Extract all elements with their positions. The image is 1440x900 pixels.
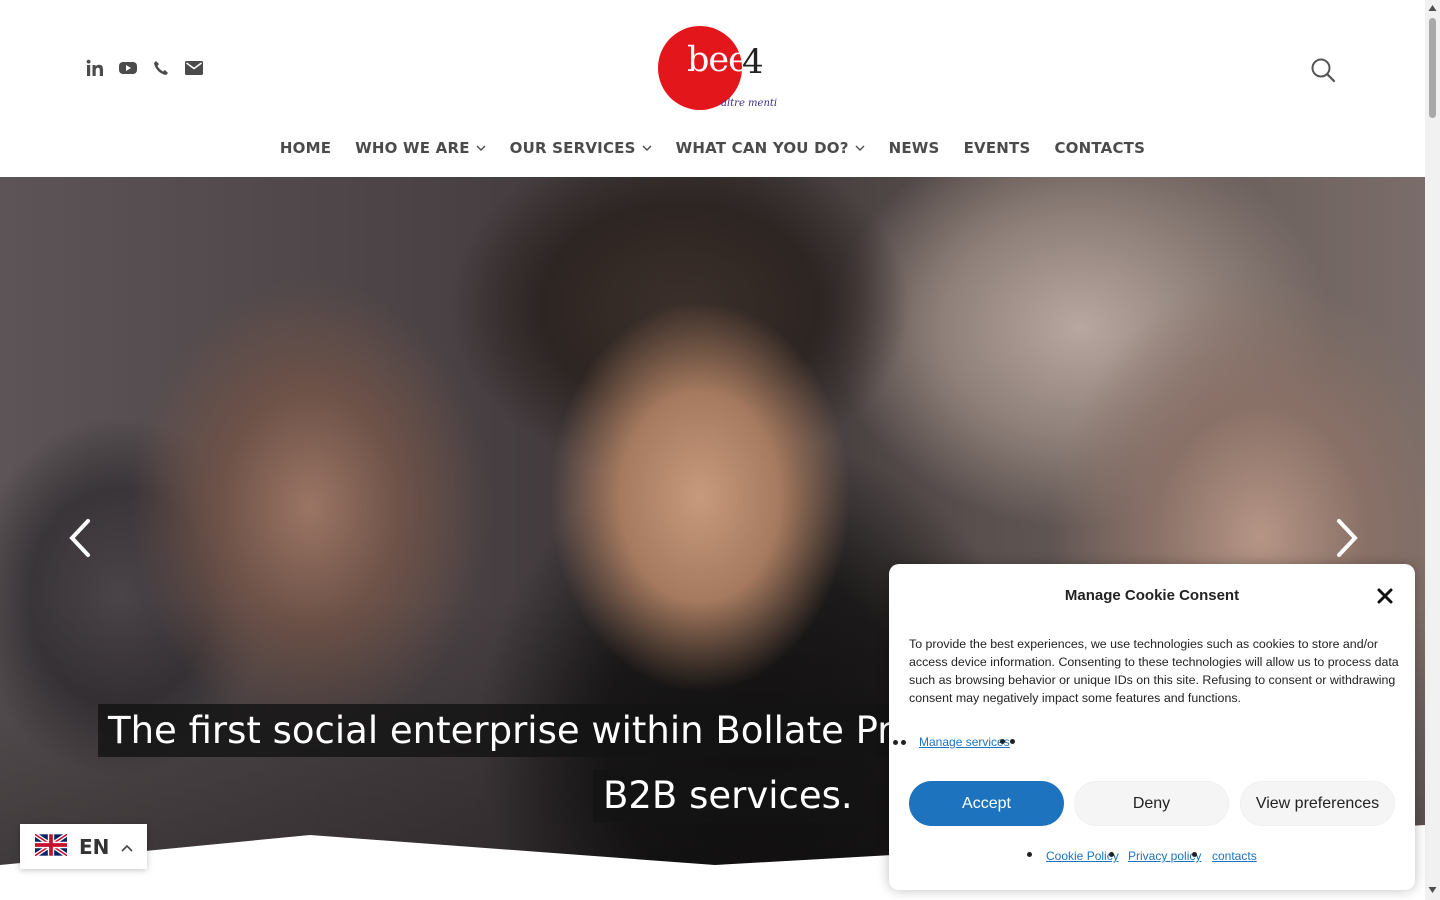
scroll-down-arrow-icon[interactable] [1428,886,1437,894]
bullet-dot [1192,852,1197,857]
cookie-dialog-title: Manage Cookie Consent [1064,587,1240,604]
slider-next-arrow-icon[interactable] [1327,513,1367,563]
scroll-up-arrow-icon[interactable] [1428,4,1437,12]
view-preferences-button[interactable]: View preferences [1240,781,1395,826]
youtube-icon[interactable] [118,58,138,78]
nav-item-news[interactable]: NEWS [889,134,940,162]
uk-flag-icon [33,832,69,860]
bullet-dot [901,740,906,745]
deny-button[interactable]: Deny [1074,781,1229,826]
logo-number-text: 4 [742,42,764,82]
scrollbar-thumb[interactable] [1429,18,1436,118]
nav-item-label: EVENTS [963,139,1031,157]
manage-services-link[interactable]: Manage services [919,735,1010,749]
close-icon[interactable] [1375,586,1395,606]
bullet-dot [893,740,898,745]
chevron-down-icon [855,143,865,153]
nav-item-who-we-are[interactable]: WHO WE ARE [355,134,486,162]
page-scrollbar[interactable] [1425,0,1440,900]
language-switcher[interactable]: EN [20,824,147,869]
nav-item-events[interactable]: EVENTS [964,134,1031,162]
bullet-dot [1109,852,1114,857]
hero-caption-line-2: B2B services. [593,769,863,822]
cookie-dialog-message: To provide the best experiences, we use … [909,637,1399,705]
nav-item-contacts[interactable]: CONTACTS [1054,134,1145,162]
bullet-dot [1010,739,1015,744]
social-links [85,58,204,78]
site-logo[interactable]: bee 4 altre menti [658,26,778,116]
cookie-consent-dialog: Manage Cookie Consent To provide the bes… [889,564,1415,890]
accept-button[interactable]: Accept [909,781,1064,826]
nav-item-label: CONTACTS [1054,139,1146,157]
main-navigation: HOME WHO WE ARE OUR SERVICES WHAT CAN YO… [0,134,1425,162]
chevron-down-icon [642,143,652,153]
email-icon[interactable] [184,58,204,78]
nav-item-what-can-you-do[interactable]: WHAT CAN YOU DO? [676,134,865,162]
linkedin-icon[interactable] [85,58,105,78]
nav-item-our-services[interactable]: OUR SERVICES [510,134,652,162]
logo-brand-text: bee [687,40,749,80]
nav-item-label: WHAT CAN YOU DO? [675,139,849,157]
nav-item-label: OUR SERVICES [509,139,636,157]
cookie-policy-link[interactable]: Cookie Policy [1046,849,1119,863]
contacts-link[interactable]: contacts [1212,849,1257,863]
phone-icon[interactable] [151,58,171,78]
bullet-dot [1000,739,1005,744]
nav-item-label: WHO WE ARE [355,139,470,157]
bullet-dot [1027,852,1032,857]
logo-tagline: altre menti [721,98,778,109]
site-header: bee 4 altre menti HOME WHO WE ARE OUR SE… [0,0,1425,177]
chevron-down-icon [476,143,486,153]
hero-caption-line-1: The first social enterprise within Bolla… [98,704,913,757]
search-icon[interactable] [1310,57,1336,83]
privacy-policy-link[interactable]: Privacy policy [1128,849,1201,863]
nav-item-home[interactable]: HOME [280,134,331,162]
nav-item-label: HOME [279,139,332,157]
chevron-up-icon [121,837,133,856]
slider-prev-arrow-icon[interactable] [60,513,100,563]
nav-item-label: NEWS [888,139,940,157]
language-code: EN [79,834,110,859]
